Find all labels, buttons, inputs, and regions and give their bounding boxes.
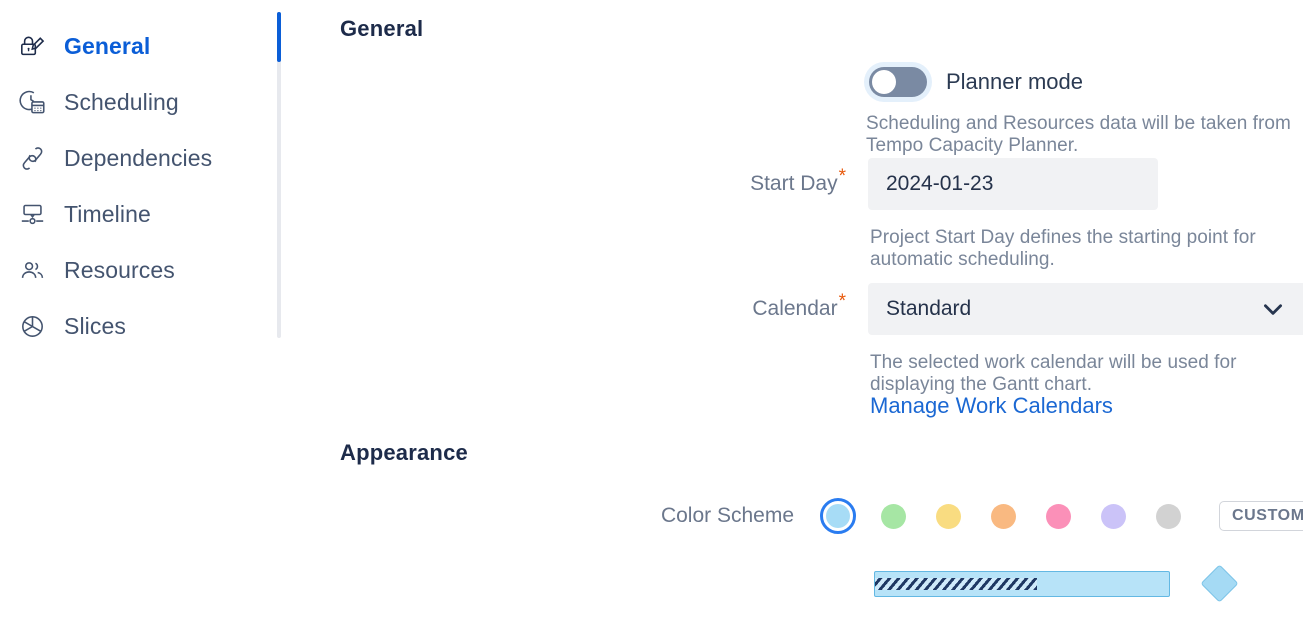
calendar-label: Calendar* [668,292,868,321]
calendar-selected-value: Standard [886,297,972,320]
sidebar-item-dependencies[interactable]: Dependencies [0,130,278,186]
toggle-knob [872,70,896,94]
sidebar-item-general[interactable]: General [0,18,278,74]
gantt-preview-row [874,564,1239,603]
gantt-progress-fill [875,577,1037,590]
start-day-required-asterisk: * [838,166,846,187]
planner-mode-helper-text: Scheduling and Resources data will be ta… [866,113,1291,156]
start-day-label: Start Day* [668,167,868,196]
color-swatch-gray[interactable] [1150,498,1186,534]
calendar-label-text: Calendar [752,297,838,320]
appearance-section-heading: Appearance [340,440,468,465]
calendar-required-asterisk: * [838,291,846,312]
link-chain-icon [17,143,47,173]
settings-page: General Scheduling Dependencies Timeline… [0,0,1303,617]
calendar-row: Calendar* Standard [668,283,1303,335]
sidebar-item-timeline-label: Timeline [64,200,151,227]
calendar-helper-text: The selected work calendar will be used … [870,352,1237,395]
swatch-fill [1100,503,1126,529]
color-scheme-label: Color Scheme [660,504,794,527]
sidebar-item-slices[interactable]: Slices [0,298,278,354]
start-day-label-text: Start Day [750,172,838,195]
swatch-fill [1045,503,1071,529]
custom-color-button[interactable]: CUSTOM [1219,501,1303,531]
lock-edit-icon [17,31,47,61]
swatch-fill [990,503,1016,529]
timeline-icon [17,199,47,229]
chevron-down-icon [1260,296,1290,322]
clock-calendar-icon [17,87,47,117]
color-swatch-orange[interactable] [985,498,1021,534]
sidebar-item-dependencies-label: Dependencies [64,144,213,171]
calendar-select[interactable]: Standard [868,283,1303,335]
planner-mode-toggle-focus-ring [864,62,932,102]
swatch-fill [1155,503,1181,529]
color-swatch-green[interactable] [875,498,911,534]
sidebar-item-scheduling[interactable]: Scheduling [0,74,278,130]
settings-content: General Planner mode Scheduling and Reso… [278,0,1303,617]
planner-mode-row: Planner mode [864,62,1083,102]
color-swatch-yellow[interactable] [930,498,966,534]
swatch-fill [935,503,961,529]
swatch-fill [826,504,850,528]
sidebar-item-general-label: General [64,32,151,59]
sidebar-item-scheduling-label: Scheduling [64,88,179,115]
gantt-bar-preview [874,570,1170,597]
color-swatch-pink[interactable] [1040,498,1076,534]
sidebar-item-resources-label: Resources [64,256,175,283]
general-section-heading: General [340,16,424,41]
color-swatch-lavender[interactable] [1095,498,1131,534]
start-day-input[interactable]: 2024-01-23 [868,158,1158,210]
people-icon [17,255,47,285]
planner-mode-label: Planner mode [946,69,1083,94]
color-swatch-blue[interactable] [820,498,856,534]
start-day-helper-text: Project Start Day defines the starting p… [870,227,1256,270]
color-scheme-row: Color Scheme CUSTOM [630,498,1303,534]
start-day-row: Start Day* 2024-01-23 [668,158,1158,210]
milestone-diamond-preview [1200,564,1239,603]
color-swatch-list: CUSTOM [820,498,1303,534]
manage-work-calendars-link[interactable]: Manage Work Calendars [870,393,1113,419]
sidebar-item-resources[interactable]: Resources [0,242,278,298]
sidebar-item-slices-label: Slices [64,312,126,339]
swatch-fill [880,503,906,529]
settings-sidebar: General Scheduling Dependencies Timeline… [0,0,281,617]
pie-slices-icon [17,311,47,341]
planner-mode-toggle[interactable] [869,67,927,97]
sidebar-item-timeline[interactable]: Timeline [0,186,278,242]
